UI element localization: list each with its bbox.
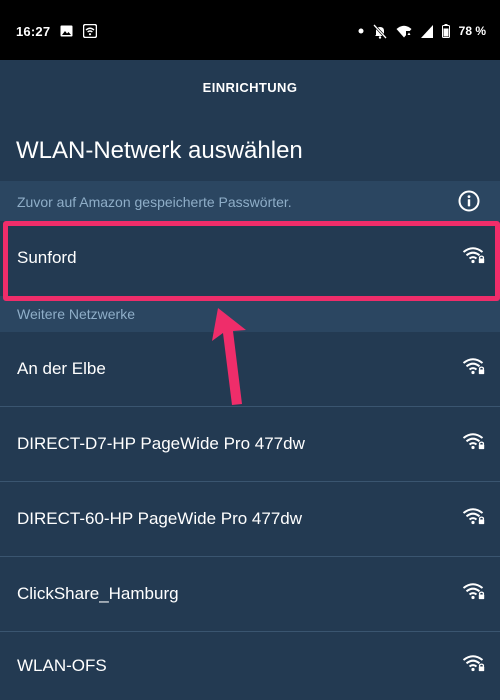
network-name: DIRECT-60-HP PageWide Pro 477dw bbox=[17, 508, 303, 528]
network-item-direct-d7-hp[interactable]: DIRECT-D7-HP PageWide Pro 477dw bbox=[0, 407, 500, 480]
image-icon bbox=[60, 25, 73, 37]
network-item-wlan-ofs[interactable]: WLAN-OFS bbox=[0, 632, 500, 700]
mute-icon bbox=[372, 23, 387, 39]
saved-networks-label: Zuvor auf Amazon gespeicherte Passwörter… bbox=[17, 194, 292, 210]
header-title: EINRICHTUNG bbox=[202, 80, 298, 95]
status-right: 78 % bbox=[358, 22, 486, 40]
network-item-clickshare-hamburg[interactable]: ClickShare_Hamburg bbox=[0, 557, 500, 630]
wifi-notification-icon bbox=[83, 24, 98, 38]
page-title: WLAN-Netwerk auswählen bbox=[16, 137, 303, 164]
network-name: ClickShare_Hamburg bbox=[17, 583, 179, 603]
more-networks-label: Weitere Netzwerke bbox=[17, 306, 136, 322]
network-name: WLAN-OFS bbox=[17, 656, 107, 675]
battery-icon bbox=[441, 24, 450, 38]
pointer-arrow-icon bbox=[200, 300, 252, 415]
wifi-lock-icon bbox=[462, 655, 486, 678]
dot-icon bbox=[358, 28, 364, 34]
network-item-direct-60-hp[interactable]: DIRECT-60-HP PageWide Pro 477dw bbox=[0, 482, 500, 555]
wifi-icon bbox=[396, 25, 412, 38]
status-left: 16:27 bbox=[16, 22, 98, 40]
status-bar: 16:27 78 % bbox=[0, 0, 500, 60]
wifi-lock-icon bbox=[462, 582, 486, 605]
wifi-lock-icon bbox=[462, 358, 486, 381]
network-name: An der Elbe bbox=[17, 359, 106, 378]
signal-icon bbox=[420, 24, 433, 38]
highlight-box bbox=[3, 221, 500, 301]
info-icon[interactable] bbox=[458, 190, 480, 217]
network-name: DIRECT-D7-HP PageWide Pro 477dw bbox=[17, 433, 305, 453]
saved-networks-section-header: Zuvor auf Amazon gespeicherte Passwörter… bbox=[0, 181, 500, 221]
wifi-lock-icon bbox=[462, 432, 486, 455]
wifi-lock-icon bbox=[462, 507, 486, 530]
battery-percentage: 78 % bbox=[458, 24, 486, 38]
status-time: 16:27 bbox=[16, 23, 51, 39]
